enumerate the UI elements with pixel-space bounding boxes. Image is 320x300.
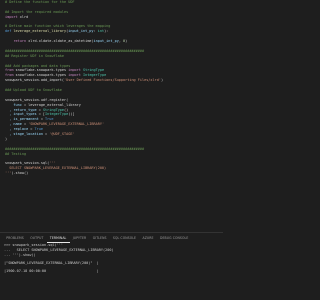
tab-azure[interactable]: AZURE: [139, 233, 156, 243]
code-token: StringType: [83, 68, 105, 73]
code-token: True: [45, 117, 54, 122]
code-token: ''': [49, 161, 56, 166]
tab-sql-console[interactable]: SQL CONSOLE: [110, 233, 140, 243]
code-token: 'SNOWPARK_LEVERAGE_EXTERNAL_LIBRARY': [28, 122, 105, 127]
code-token: ):: [104, 29, 109, 34]
code-token: func: [5, 102, 24, 107]
code-token: input_int_py: [68, 29, 94, 34]
code-token: ## Import the required modules: [5, 9, 69, 14]
tab-output[interactable]: OUTPUT: [27, 233, 47, 243]
tab-problems[interactable]: PROBLEMS: [3, 233, 27, 243]
code-token: , name: [5, 122, 24, 127]
code-token: , replace: [5, 127, 31, 132]
code-token: from: [5, 73, 16, 78]
code-token: 'User Defined Functions/Supporting Files…: [64, 78, 161, 83]
tab-gitlens[interactable]: GITLENS: [90, 233, 110, 243]
code-token: leverage_external_library: [13, 29, 67, 34]
tab-jupyter[interactable]: JUPYTER: [70, 233, 90, 243]
code-token: ): [5, 136, 8, 141]
code-token: xlrd: [19, 14, 29, 19]
code-token: '@UDF_STAGE': [49, 132, 75, 137]
code-token: = leverage_external_library: [23, 102, 81, 107]
code-token: , return_type: [5, 107, 39, 112]
code-token: snowpark_session.udf.register(: [5, 97, 69, 102]
code-token: snowpark_session.add_import(: [5, 78, 65, 83]
code-token: # Define the function for the UDF: [5, 0, 75, 4]
code-line[interactable]: ''').show(): [0, 171, 220, 176]
panel-tab-bar: PROBLEMS OUTPUT TERMINAL JUPYTER GITLENS SQL …: [0, 232, 223, 243]
code-token: ## Register UDF in Snowflake: [5, 53, 65, 58]
code-token: # Define main function which leverages t…: [5, 24, 111, 29]
code-token: from: [5, 68, 16, 73]
code-token: ## Testing: [5, 151, 27, 156]
code-token: , is_permanent: [5, 117, 41, 122]
code-token: IntegerType: [83, 73, 107, 78]
code-editor[interactable]: # Define the function for the UDF ## Impo…: [0, 0, 220, 232]
code-token: ).show(): [11, 171, 29, 176]
code-token: ### Add packages and data types: [5, 63, 71, 68]
code-token: ()]: [68, 112, 75, 117]
code-token: , stage_location: [5, 132, 46, 137]
code-token: ########################################…: [5, 48, 145, 53]
terminal-output[interactable]: >>> snowpark_session.sql('''... SELECT S…: [0, 243, 220, 300]
code-token: ### Upload UDF to Snowflake: [5, 88, 62, 93]
code-token: import: [68, 73, 83, 78]
code-token: ): [125, 39, 128, 44]
code-token: IntegerType: [45, 112, 69, 117]
code-token: snowflake.snowpark.types: [15, 73, 69, 78]
tab-debug-console[interactable]: DEBUG CONSOLE: [157, 233, 192, 243]
code-token: input_int_py: [93, 39, 119, 44]
code-token: SELECT SNOWPARK_LEVERAGE_EXTERNAL_LIBRAR…: [5, 166, 107, 171]
tab-terminal[interactable]: TERMINAL: [46, 233, 70, 243]
code-token: import: [5, 14, 20, 19]
code-token: import: [68, 68, 83, 73]
code-token: snowflake.snowpark.types: [15, 68, 69, 73]
code-token: snowpark_session.sql(: [5, 161, 50, 166]
code-token: , input_types: [5, 112, 39, 117]
code-token: True: [34, 127, 43, 132]
code-token: ########################################…: [5, 146, 145, 151]
code-token: (): [64, 107, 69, 112]
code-token: return: [13, 39, 29, 44]
code-token: StringType: [42, 107, 65, 112]
code-token: xlrd.xldate.xldate_as_datetime(: [28, 39, 94, 44]
code-token: ): [160, 78, 164, 83]
terminal-line: |1900-07-18 00:00:00 |: [4, 269, 99, 273]
